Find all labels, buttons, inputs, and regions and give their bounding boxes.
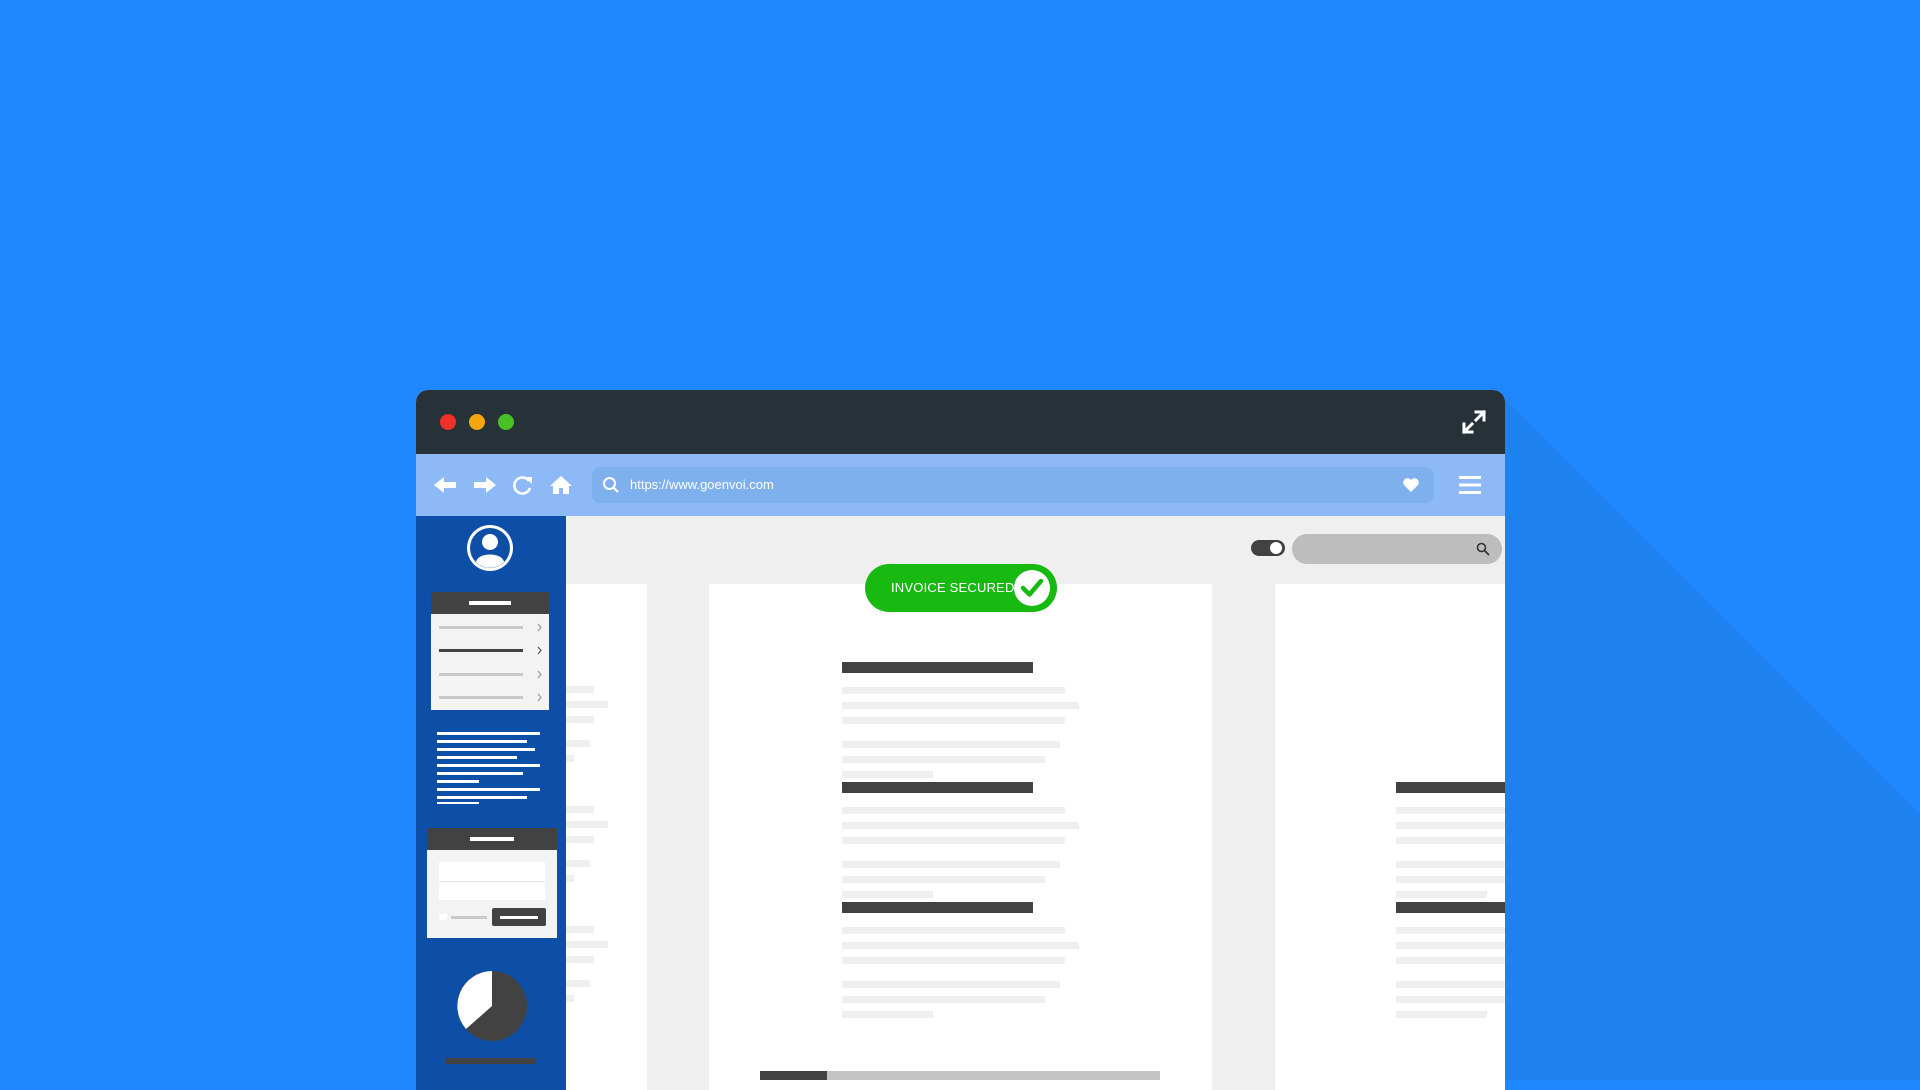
url-text: https://www.goenvoi.com (630, 477, 774, 492)
pie-caption-bar (446, 1058, 536, 1064)
user-avatar-icon[interactable] (466, 524, 514, 572)
address-bar[interactable]: https://www.goenvoi.com (592, 467, 1434, 503)
sidebar (416, 516, 566, 1090)
back-arrow-icon[interactable] (434, 475, 456, 495)
document-page-left (566, 584, 647, 1090)
toggle-switch[interactable] (1251, 540, 1285, 556)
close-dot[interactable] (440, 414, 456, 430)
maximize-dot[interactable] (498, 414, 514, 430)
search-icon (1476, 542, 1490, 556)
browser-toolbar: https://www.goenvoi.com (416, 454, 1505, 516)
text-lines-icon (437, 732, 540, 804)
document-page-right (1275, 584, 1505, 1090)
badge-label: INVOICE SECURED (891, 580, 1015, 595)
content-search-input[interactable] (1292, 534, 1502, 564)
expand-icon[interactable] (1461, 409, 1487, 435)
document-page-center (709, 584, 1212, 1090)
reload-icon[interactable] (512, 475, 534, 495)
hamburger-menu-icon[interactable] (1459, 475, 1481, 495)
heart-icon[interactable] (1402, 477, 1420, 493)
scrollbar-thumb[interactable] (760, 1071, 827, 1080)
list-panel-icon[interactable] (431, 592, 549, 710)
browser-window: https://www.goenvoi.com (416, 390, 1505, 1090)
minimize-dot[interactable] (469, 414, 485, 430)
pie-chart-icon (457, 971, 527, 1041)
form-panel-icon[interactable] (427, 828, 557, 938)
search-icon (603, 477, 619, 493)
forward-arrow-icon[interactable] (474, 475, 496, 495)
checkmark-icon (1014, 570, 1050, 606)
title-bar (416, 390, 1505, 454)
invoice-secured-badge: INVOICE SECURED (865, 564, 1057, 612)
horizontal-scrollbar[interactable] (760, 1071, 1160, 1080)
home-icon[interactable] (550, 475, 572, 495)
